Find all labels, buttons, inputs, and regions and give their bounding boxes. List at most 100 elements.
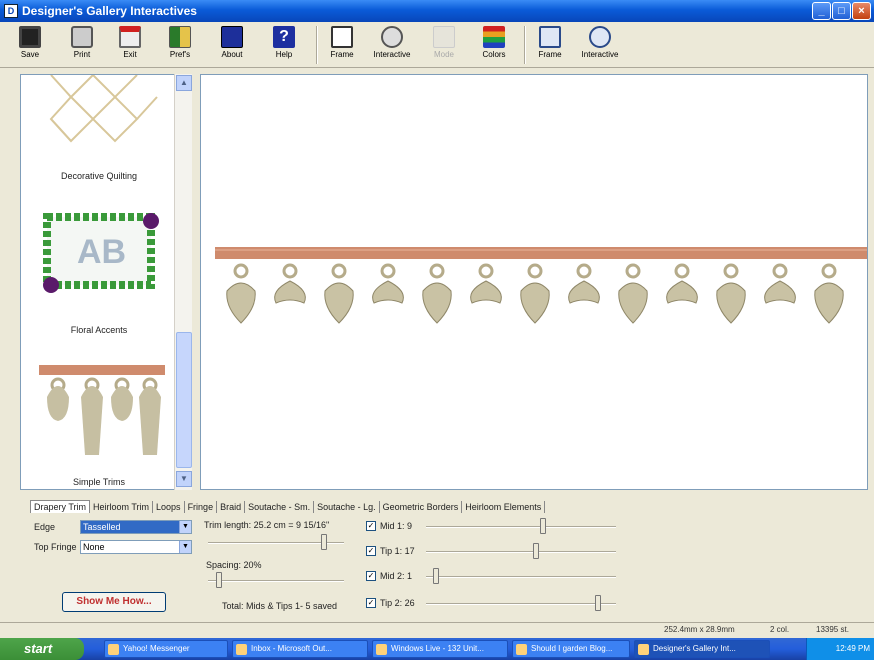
scroll-thumb[interactable] [176,332,192,468]
task-yahoo-messenger[interactable]: Yahoo! Messenger [104,640,228,658]
tassel-large [618,263,648,324]
tab-heirloom-trim[interactable]: Heirloom Trim [90,501,154,513]
gallery-caption: Decorative Quilting [60,171,138,181]
chevron-down-icon[interactable]: ▼ [179,521,191,533]
colors-button[interactable]: Colors [472,24,516,66]
tab-loops[interactable]: Loops [153,501,185,513]
element-checkbox[interactable]: ✓ [366,598,376,608]
save-button[interactable]: Save [8,24,52,66]
element-slider[interactable] [426,576,616,578]
tassel-large [716,263,746,324]
total-label: Total: Mids & Tips 1- 5 saved [222,601,338,611]
print-button[interactable]: Print [60,24,104,66]
element-slider-thumb[interactable] [433,568,439,584]
close-button[interactable]: × [852,2,871,20]
help-button[interactable]: ? Help [262,24,306,66]
tassel-large [324,263,354,324]
tassel-large [226,263,256,324]
status-bar: 252.4mm x 28.9mm 2 col. 13395 st. [0,622,874,638]
element-checkbox[interactable]: ✓ [366,546,376,556]
edge-value: Tasselled [83,522,121,532]
element-slider-thumb[interactable] [540,518,546,534]
tassel-row [226,263,844,324]
designers-gallery-icon: D [4,4,18,18]
task-blog[interactable]: Should I garden Blog... [512,640,630,658]
floppy-disk-icon [19,26,41,48]
frame-sample-icon [539,26,561,48]
top-fringe-select[interactable]: None ▼ [80,540,192,554]
preferences-icon [169,26,191,48]
floral-accents-thumbnail[interactable]: AB [43,213,159,293]
trim-length-slider-thumb[interactable] [321,534,327,550]
tab-braid[interactable]: Braid [217,501,246,513]
scroll-up-icon[interactable]: ▲ [176,75,192,91]
gallery-caption: Floral Accents [70,325,128,335]
tassel-large [520,263,550,324]
decorative-quilting-thumbnail[interactable] [49,75,158,143]
designers-gallery-icon [638,644,649,655]
maximize-button[interactable]: □ [832,2,851,20]
task-inbox[interactable]: Inbox - Microsoft Out... [232,640,368,658]
chevron-down-icon[interactable]: ▼ [179,541,191,553]
messenger-icon [108,644,119,655]
spacing-slider[interactable] [208,580,344,582]
trim-category-tabs: Drapery Trim Heirloom Trim Loops Fringe Brai… [30,500,546,516]
element-slider-thumb[interactable] [595,595,601,611]
tassel-small [568,263,600,304]
edge-select[interactable]: Tasselled ▼ [80,520,192,534]
interactive-circle-icon [589,26,611,48]
exit-door-icon [119,26,141,48]
frame-button[interactable]: Frame [320,24,364,66]
status-colors: 2 col. [770,625,790,634]
title-bar: D Designer's Gallery Interactives _ □ × [0,0,874,22]
about-icon [221,26,243,48]
tab-fringe[interactable]: Fringe [185,501,218,513]
interactive-button[interactable]: Interactive [370,24,414,66]
element-slider[interactable] [426,526,616,528]
spacing-slider-thumb[interactable] [216,572,222,588]
task-windows-live[interactable]: Windows Live - 132 Unit... [372,640,508,658]
minimize-button[interactable]: _ [812,2,831,20]
design-gallery-list[interactable]: AB Decorative Quilting Floral Accents Si… [20,74,192,490]
element-label: Tip 2: 26 [380,598,415,608]
element-slider[interactable] [426,551,616,553]
scroll-down-icon[interactable]: ▼ [176,471,192,487]
gallery-scrollbar[interactable]: ▲ ▼ [174,74,192,490]
printer-icon [71,26,93,48]
trim-preview-drawing [215,247,867,324]
mode-button[interactable]: Mode [422,24,466,66]
tassel-small [764,263,796,304]
browser-icon [516,644,527,655]
tab-soutache-sm[interactable]: Soutache - Sm. [245,501,315,513]
clock: 12:49 PM [835,644,870,653]
tab-heirloom-elements[interactable]: Heirloom Elements [462,501,546,513]
toolbar: Save Print Exit Pref's About ? Help Fram… [0,22,874,68]
tassel-small [666,263,698,304]
outlook-icon [236,644,247,655]
top-fringe-label: Top Fringe [34,542,77,552]
trim-band [215,247,867,259]
tab-soutache-lg[interactable]: Soutache - Lg. [314,501,380,513]
toolbar-separator [316,26,318,64]
trim-preview-canvas[interactable] [200,74,868,490]
element-slider-thumb[interactable] [533,543,539,559]
about-button[interactable]: About [210,24,254,66]
app-window: D Designer's Gallery Interactives _ □ × … [0,0,874,638]
tassel-small [470,263,502,304]
element-checkbox[interactable]: ✓ [366,521,376,531]
top-fringe-value: None [83,542,105,552]
start-button[interactable]: start [0,638,84,660]
element-label: Tip 1: 17 [380,546,415,556]
show-me-how-button[interactable]: Show Me How... [62,592,166,612]
tab-drapery-trim[interactable]: Drapery Trim [30,500,91,513]
element-checkbox[interactable]: ✓ [366,571,376,581]
task-designers-gallery[interactable]: Designer's Gallery Int... [634,640,770,658]
exit-button[interactable]: Exit [108,24,152,66]
interactive-sample-button[interactable]: Interactive [578,24,622,66]
gallery-thumbnails: AB [39,75,165,455]
frame-sample-button[interactable]: Frame [528,24,572,66]
element-slider[interactable] [426,603,616,605]
simple-trims-thumbnail[interactable] [39,365,165,455]
tab-geometric-borders[interactable]: Geometric Borders [380,501,463,513]
preferences-button[interactable]: Pref's [158,24,202,66]
